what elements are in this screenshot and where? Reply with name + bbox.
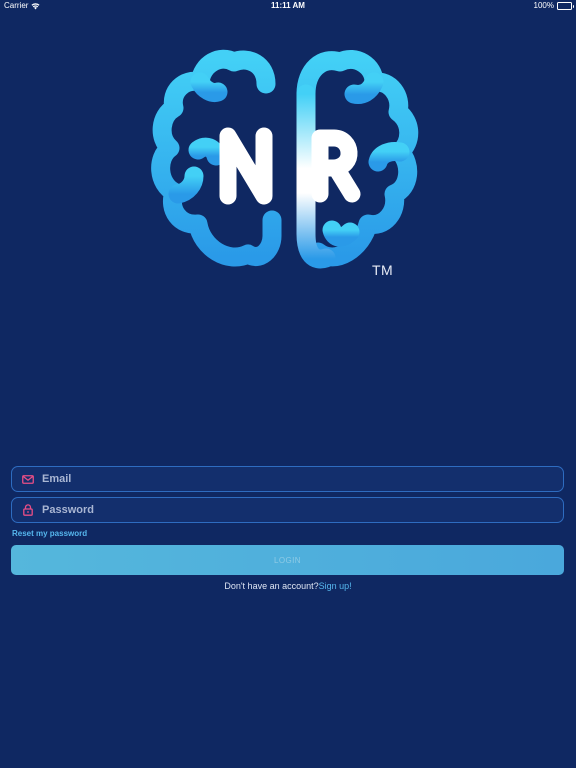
signup-prompt: Don't have an account? (224, 581, 319, 591)
status-time: 11:11 AM (271, 1, 305, 10)
logo-letter-n (219, 127, 273, 205)
signup-row: Don't have an account?Sign up! (0, 581, 576, 591)
login-button[interactable]: LOGIN (11, 545, 564, 575)
battery-cap (572, 4, 574, 8)
login-screen: Carrier 11:11 AM 100% TM Email Reset my … (0, 0, 576, 768)
status-bar: Carrier 11:11 AM 100% (0, 0, 576, 12)
email-field-container[interactable] (11, 466, 564, 492)
status-right: 100% (533, 0, 574, 12)
envelope-icon (14, 467, 42, 491)
trademark-mark: TM (372, 262, 394, 278)
lock-icon (14, 498, 42, 522)
app-logo (151, 49, 419, 269)
logo-letter-r (311, 129, 361, 203)
email-input[interactable] (42, 468, 563, 490)
reset-password-link[interactable]: Reset my password (12, 529, 87, 538)
battery-percent: 100% (533, 1, 554, 10)
signup-link[interactable]: Sign up! (319, 581, 352, 591)
password-field-container[interactable] (11, 497, 564, 523)
brain-left-hemisphere (151, 49, 282, 267)
password-input[interactable] (42, 499, 563, 521)
battery-icon (557, 2, 574, 10)
